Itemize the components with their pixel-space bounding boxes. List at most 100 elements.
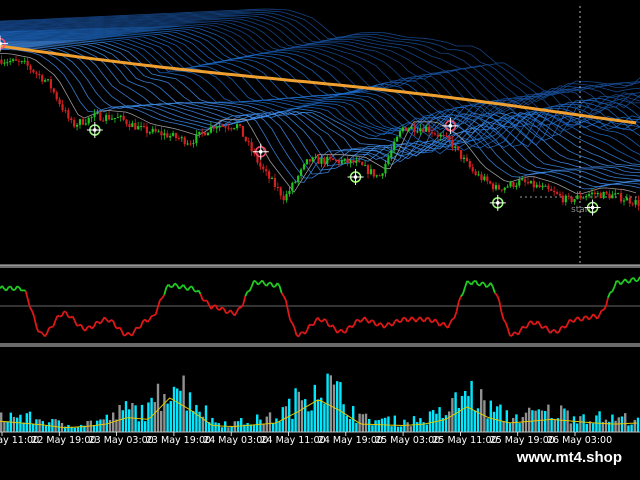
x-tick-label: 23 May 19:00 xyxy=(146,435,211,446)
volume-bar xyxy=(240,418,243,432)
volume-bar xyxy=(153,402,156,432)
candle-body xyxy=(93,113,96,117)
oscillator-segment xyxy=(613,280,618,288)
volume-bar xyxy=(188,392,192,432)
volume-bar xyxy=(361,414,364,432)
candle-body xyxy=(395,136,399,142)
volume-bar xyxy=(508,423,512,432)
oscillator-segment xyxy=(16,285,20,289)
candle-body xyxy=(349,160,352,163)
oscillator-segment xyxy=(291,322,296,328)
volume-bar xyxy=(67,425,70,432)
candle-body xyxy=(619,193,623,202)
candle-body xyxy=(11,59,15,61)
volume-bar xyxy=(259,419,262,432)
volume-bar xyxy=(454,392,457,432)
candle-body xyxy=(433,133,437,135)
candle-body xyxy=(273,178,277,187)
candle-body xyxy=(611,194,614,199)
oscillator-segment xyxy=(383,325,387,329)
oscillator-segment xyxy=(174,282,178,286)
price-panel: start xyxy=(0,6,640,265)
candle-body xyxy=(58,99,61,105)
oscillator-segment xyxy=(325,320,330,327)
candle-body xyxy=(555,192,559,194)
oscillator-segment xyxy=(481,281,485,285)
oscillator-segment xyxy=(112,320,117,327)
oscillator-segment xyxy=(257,281,261,286)
oscillator-segment xyxy=(84,326,89,332)
volume-bar xyxy=(617,417,620,432)
candle-body xyxy=(49,79,53,89)
candle-body xyxy=(468,161,471,168)
candle-body xyxy=(329,156,332,159)
candle-body xyxy=(265,169,268,172)
volume-bar xyxy=(22,422,25,432)
start-label: start xyxy=(571,205,592,215)
oscillator-segment xyxy=(336,330,340,334)
oscillator-segment xyxy=(148,315,153,321)
volume-bar xyxy=(502,421,505,432)
candle-body xyxy=(515,185,518,188)
oscillator-segment xyxy=(178,286,182,290)
candle-body xyxy=(407,128,410,131)
candle-body xyxy=(145,126,149,133)
volume-bar xyxy=(73,427,76,432)
candle-body xyxy=(183,137,186,145)
candle-body xyxy=(439,134,442,137)
candle-body xyxy=(81,119,85,125)
oscillator-segment xyxy=(464,280,469,288)
oscillator-segment xyxy=(229,309,234,314)
oscillator-panel xyxy=(0,276,640,338)
candle-body xyxy=(26,60,29,66)
volume-bar xyxy=(316,399,320,432)
volume-bar xyxy=(44,425,48,432)
candle-body xyxy=(139,125,143,127)
oscillator-segment xyxy=(153,313,157,317)
candle-body xyxy=(113,117,117,119)
volume-bar xyxy=(0,412,3,432)
swing-high-marker xyxy=(252,143,269,160)
candle-body xyxy=(459,150,463,160)
mt4-chart[interactable]: start 21 May 11:0022 May 19:0023 May 03:… xyxy=(0,0,640,480)
candle-body xyxy=(602,191,605,199)
oscillator-segment xyxy=(485,285,490,289)
candle-body xyxy=(259,162,262,167)
volume-bar xyxy=(448,411,451,432)
candle-body xyxy=(503,187,506,191)
oscillator-segment xyxy=(419,316,424,321)
volume-bar xyxy=(553,419,556,432)
oscillator-segment xyxy=(23,289,26,292)
candle-body xyxy=(131,123,134,128)
oscillator-segment xyxy=(88,325,93,330)
oscillator-segment xyxy=(14,285,18,291)
oscillator-segment xyxy=(506,327,511,336)
volume-bar xyxy=(572,416,576,432)
oscillator-segment xyxy=(451,317,455,320)
x-tick-label: 26 May 03:00 xyxy=(547,435,612,446)
candle-body xyxy=(390,150,393,158)
oscillator-segment xyxy=(29,306,33,312)
volume-bar xyxy=(41,421,44,432)
candle-body xyxy=(579,195,582,199)
candle-body xyxy=(410,126,413,129)
candle-body xyxy=(241,125,245,137)
candle-body xyxy=(119,115,122,118)
oscillator-segment xyxy=(372,320,377,326)
volume-bar xyxy=(409,426,412,432)
volume-bar xyxy=(51,418,54,432)
candle-body xyxy=(427,126,431,133)
volume-bar xyxy=(505,410,508,432)
candle-body xyxy=(337,160,341,164)
volume-bar xyxy=(387,416,390,432)
x-tick-label: 25 May 11:00 xyxy=(432,435,497,446)
oscillator-segment xyxy=(588,317,592,321)
candle-body xyxy=(462,157,466,159)
volume-bar xyxy=(400,426,403,432)
volume-bar xyxy=(275,418,278,432)
oscillator-segment xyxy=(44,332,48,338)
candle-body xyxy=(593,192,597,195)
candle-body xyxy=(558,193,562,196)
candle-body xyxy=(142,125,146,127)
candle-body xyxy=(262,166,265,170)
